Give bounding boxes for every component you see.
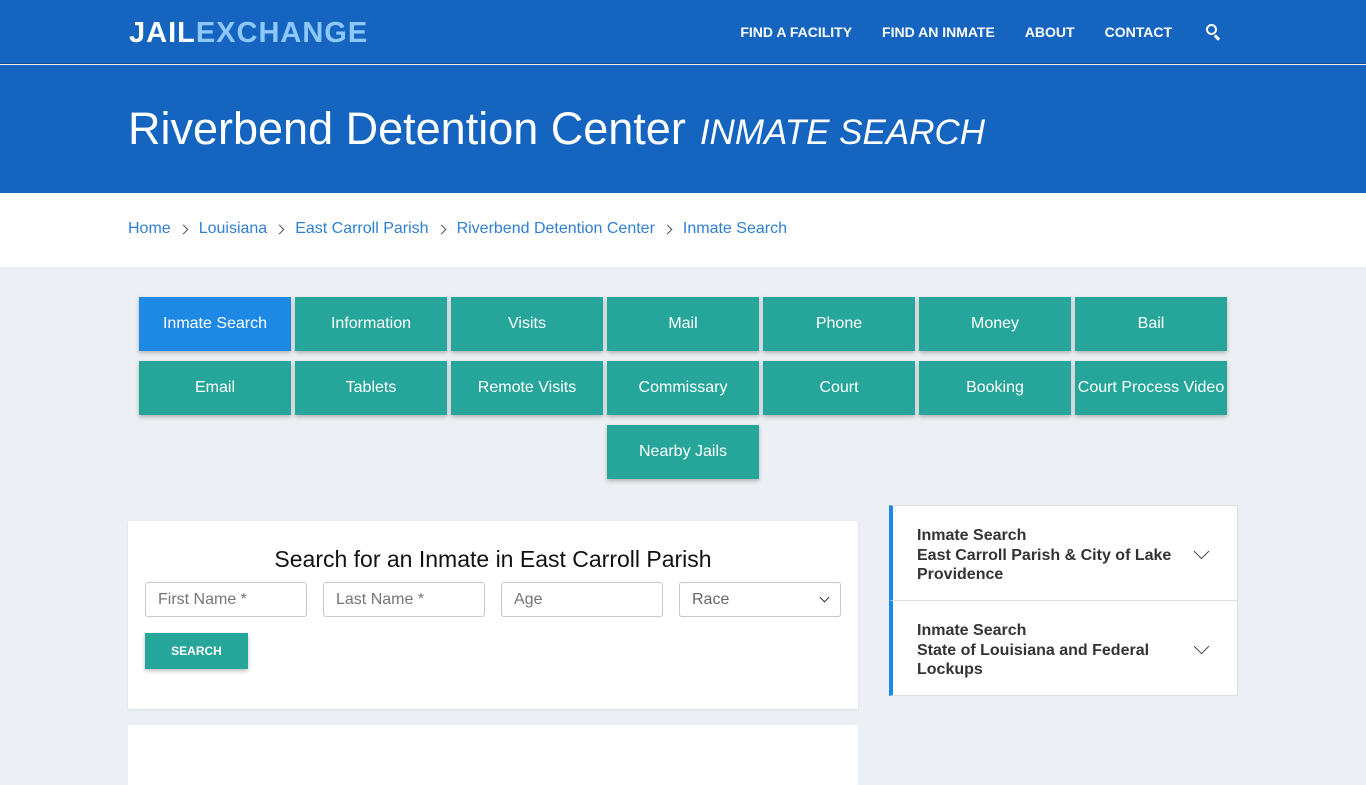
search-button[interactable]: SEARCH: [145, 633, 248, 669]
last-name-input[interactable]: [323, 582, 485, 617]
chevron-right-icon: [178, 224, 189, 234]
accordion-state-search[interactable]: Inmate Search State of Louisiana and Fede…: [889, 600, 1238, 696]
page-hero: Riverbend Detention Center INMATE SEARCH: [0, 65, 1366, 193]
chevron-down-icon[interactable]: [1193, 543, 1210, 560]
tile-visits[interactable]: Visits: [451, 297, 603, 351]
tile-bail[interactable]: Bail: [1075, 297, 1227, 351]
chevron-down-icon: [819, 592, 830, 603]
site-logo[interactable]: JAILEXCHANGE: [129, 17, 368, 50]
accordion-title: Inmate Search: [917, 622, 1027, 639]
tile-remote-visits[interactable]: Remote Visits: [451, 361, 603, 415]
accordion-title: Inmate Search: [917, 527, 1027, 544]
race-select[interactable]: Race: [679, 582, 841, 617]
tile-mail[interactable]: Mail: [607, 297, 759, 351]
tile-phone[interactable]: Phone: [763, 297, 915, 351]
tile-email[interactable]: Email: [139, 361, 291, 415]
nav-find-inmate[interactable]: FIND AN INMATE: [882, 24, 995, 40]
nav-find-facility[interactable]: FIND A FACILITY: [740, 24, 852, 40]
tile-tablets[interactable]: Tablets: [295, 361, 447, 415]
breadcrumb: Home Louisiana East Carroll Parish River…: [0, 193, 1366, 267]
tile-nearby-jails[interactable]: Nearby Jails: [607, 425, 759, 479]
chevron-right-icon: [662, 224, 673, 234]
search-title: Search for an Inmate in East Carroll Par…: [274, 546, 712, 572]
breadcrumb-parish[interactable]: East Carroll Parish: [295, 220, 428, 238]
age-input[interactable]: [501, 582, 663, 617]
accordion-subtitle: East Carroll Parish & City of Lake Provi…: [917, 546, 1172, 584]
breadcrumb-home[interactable]: Home: [128, 220, 171, 238]
accordion-parish-search[interactable]: Inmate Search East Carroll Parish & City …: [889, 505, 1238, 601]
chevron-right-icon: [436, 224, 447, 234]
breadcrumb-facility[interactable]: Riverbend Detention Center: [457, 220, 655, 238]
accordion-subtitle: State of Louisiana and Federal Lockups: [917, 641, 1150, 679]
tile-booking[interactable]: Booking: [919, 361, 1071, 415]
inmate-search-card: Search for an Inmate in East Carroll Par…: [128, 521, 858, 709]
search-icon[interactable]: [1206, 24, 1222, 41]
tile-inmate-search[interactable]: Inmate Search: [139, 297, 291, 351]
tile-commissary[interactable]: Commissary: [607, 361, 759, 415]
chevron-right-icon: [274, 224, 285, 234]
nav-about[interactable]: ABOUT: [1025, 24, 1075, 40]
tile-information[interactable]: Information: [295, 297, 447, 351]
page-title: Riverbend Detention Center INMATE SEARCH: [128, 103, 986, 154]
tile-court[interactable]: Court: [763, 361, 915, 415]
sidebar: Inmate Search East Carroll Parish & City …: [889, 505, 1238, 696]
chevron-down-icon[interactable]: [1193, 638, 1210, 655]
main-nav: FIND A FACILITY FIND AN INMATE ABOUT CON…: [710, 0, 1222, 64]
content-card: [128, 725, 858, 785]
tile-court-process-video[interactable]: Court Process Video: [1075, 361, 1227, 415]
breadcrumb-state[interactable]: Louisiana: [199, 220, 268, 238]
breadcrumb-current[interactable]: Inmate Search: [683, 220, 787, 238]
nav-contact[interactable]: CONTACT: [1105, 24, 1172, 40]
tile-money[interactable]: Money: [919, 297, 1071, 351]
race-select-value: Race: [692, 590, 730, 608]
top-navbar: JAILEXCHANGE FIND A FACILITY FIND AN INM…: [0, 0, 1366, 64]
first-name-input[interactable]: [145, 582, 307, 617]
